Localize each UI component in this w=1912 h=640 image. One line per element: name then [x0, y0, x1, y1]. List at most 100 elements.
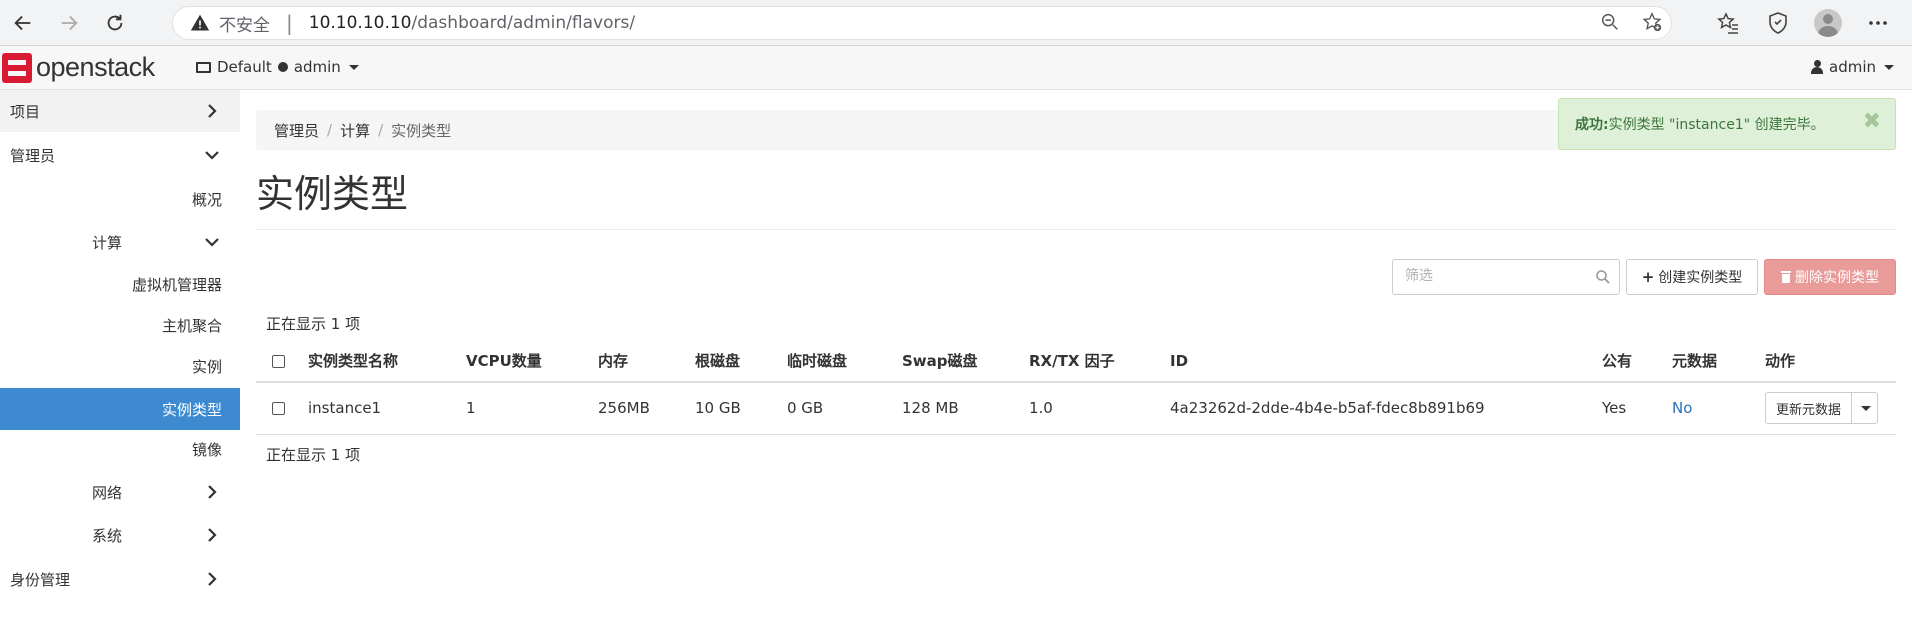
user-icon: [1811, 60, 1823, 74]
more-actions-dropdown[interactable]: [1851, 393, 1877, 424]
openstack-logo[interactable]: openstack: [2, 52, 155, 83]
create-flavor-button[interactable]: + 创建实例类型: [1626, 259, 1758, 295]
flavor-name-cell: instance1: [308, 382, 466, 435]
update-metadata-button[interactable]: 更新元数据: [1766, 393, 1851, 423]
column-header-vcpus[interactable]: VCPU数量: [466, 340, 598, 383]
user-menu[interactable]: admin: [1811, 58, 1894, 76]
sidebar-item-label: 身份管理: [10, 570, 71, 589]
more-menu-button[interactable]: [1862, 7, 1894, 39]
sidebar-item-label: 概况: [191, 190, 222, 209]
table-row: instance1 1 256MB 10 GB 0 GB 128 MB 1.0 …: [256, 382, 1896, 435]
browser-essentials-button[interactable]: [1762, 7, 1794, 39]
caret-down-icon: [1884, 64, 1894, 70]
chevron-right-icon: [208, 528, 217, 542]
chevron-right-icon: [208, 485, 217, 499]
flavors-table: 实例类型名称 VCPU数量 内存 根磁盘 临时磁盘 Swap磁盘 RX/TX 因…: [256, 340, 1896, 435]
breadcrumb-separator: /: [378, 121, 384, 139]
breadcrumb-item-admin[interactable]: 管理员: [274, 120, 319, 141]
back-button[interactable]: [0, 0, 46, 46]
zoom-out-icon[interactable]: [1599, 11, 1621, 33]
caret-down-icon: [348, 64, 359, 70]
column-header-id[interactable]: ID: [1170, 340, 1602, 383]
row-action-group: 更新元数据: [1765, 392, 1879, 425]
sidebar-item-label: 项目: [10, 102, 41, 121]
insecure-label: 不安全: [219, 15, 270, 36]
metadata-link[interactable]: No: [1672, 399, 1692, 417]
public-cell: Yes: [1602, 382, 1672, 435]
filter-input[interactable]: [1393, 260, 1583, 292]
project-name: admin: [293, 58, 341, 76]
actions-cell: 更新元数据: [1765, 382, 1896, 435]
row-checkbox[interactable]: [272, 402, 285, 416]
reload-button[interactable]: [92, 0, 138, 46]
sidebar-item-flavors[interactable]: 实例类型: [0, 388, 240, 430]
select-all-checkbox[interactable]: [272, 354, 285, 368]
caret-down-icon: [1860, 405, 1871, 411]
sidebar-item-label: 计算: [92, 233, 123, 252]
url-host: 10.10.10.10: [308, 13, 412, 33]
sidebar-item-identity[interactable]: 身份管理: [0, 558, 240, 600]
browser-toolbar: 不安全 | 10.10.10.10/dashboard/admin/flavor…: [0, 0, 1912, 46]
chevron-down-icon: [205, 151, 219, 160]
swap-disk-cell: 128 MB: [902, 382, 1029, 435]
column-header-public[interactable]: 公有: [1602, 340, 1672, 383]
plus-icon: +: [1641, 268, 1655, 286]
reload-icon: [107, 14, 123, 30]
sidebar-item-hypervisors[interactable]: 虚拟机管理器: [0, 263, 240, 305]
sidebar-item-instances[interactable]: 实例: [0, 345, 240, 387]
sidebar-item-network[interactable]: 网络: [0, 471, 240, 513]
sidebar-item-label: 主机聚合: [161, 316, 222, 335]
item-count-bottom: 正在显示 1 项: [266, 446, 361, 464]
top-navbar: openstack Default admin admin: [0, 46, 1912, 90]
table-header-row: 实例类型名称 VCPU数量 内存 根磁盘 临时磁盘 Swap磁盘 RX/TX 因…: [256, 340, 1896, 383]
openstack-logo-icon: [2, 52, 32, 83]
ephemeral-disk-cell: 0 GB: [787, 382, 902, 435]
vcpus-cell: 1: [466, 382, 598, 435]
forward-button[interactable]: [46, 0, 92, 46]
user-name: admin: [1829, 58, 1876, 76]
column-header-metadata: 元数据: [1672, 340, 1765, 383]
sidebar-item-admin[interactable]: 管理员: [0, 134, 240, 176]
delete-flavors-button[interactable]: 删除实例类型: [1764, 259, 1896, 295]
chevron-right-icon: [208, 572, 217, 586]
select-all-header: [256, 340, 308, 383]
favorites-button[interactable]: [1712, 7, 1744, 39]
sidebar-item-system[interactable]: 系统: [0, 514, 240, 556]
logo-text: openstack: [36, 52, 155, 82]
sidebar-item-overview[interactable]: 概况: [0, 178, 240, 220]
search-icon[interactable]: [1595, 269, 1611, 285]
add-favorite-icon[interactable]: [1641, 11, 1663, 33]
warning-icon: [189, 12, 211, 34]
column-header-ephemeral-disk[interactable]: 临时磁盘: [787, 340, 902, 383]
close-icon[interactable]: ✖: [1863, 111, 1881, 133]
trash-icon: [1781, 271, 1791, 283]
profile-button[interactable]: [1812, 7, 1844, 39]
metadata-cell: No: [1672, 382, 1765, 435]
address-separator: |: [286, 11, 293, 35]
breadcrumb-item-flavors: 实例类型: [391, 121, 452, 140]
sidebar-item-label: 系统: [92, 526, 123, 545]
column-header-swap-disk[interactable]: Swap磁盘: [902, 340, 1029, 383]
sidebar-item-host-aggregates[interactable]: 主机聚合: [0, 304, 240, 346]
filter-field[interactable]: [1392, 259, 1620, 295]
sidebar-item-images[interactable]: 镜像: [0, 428, 240, 470]
project-selector[interactable]: Default admin: [196, 58, 359, 76]
chevron-right-icon: [208, 104, 217, 118]
sidebar-item-label: 镜像: [191, 440, 222, 459]
flavor-id-cell: 4a23262d-2dde-4b4e-b5af-fdec8b891b69: [1170, 382, 1602, 435]
column-header-root-disk[interactable]: 根磁盘: [695, 340, 787, 383]
favorites-icon: [1717, 12, 1738, 34]
url-text[interactable]: 10.10.10.10/dashboard/admin/flavors/: [309, 13, 635, 33]
column-header-ram[interactable]: 内存: [598, 340, 695, 383]
item-count-top: 正在显示 1 项: [266, 315, 361, 333]
sidebar-item-compute[interactable]: 计算: [0, 221, 240, 263]
root-disk-cell: 10 GB: [695, 382, 787, 435]
breadcrumb-item-compute[interactable]: 计算: [340, 120, 370, 141]
ram-cell: 256MB: [598, 382, 695, 435]
sidebar-item-project[interactable]: 项目: [0, 90, 240, 132]
column-header-rxtx[interactable]: RX/TX 因子: [1029, 340, 1170, 383]
sidebar-item-label: 虚拟机管理器: [131, 275, 222, 294]
address-bar[interactable]: 不安全 | 10.10.10.10/dashboard/admin/flavor…: [172, 6, 1672, 40]
column-header-name[interactable]: 实例类型名称: [308, 340, 466, 383]
rxtx-cell: 1.0: [1029, 382, 1170, 435]
